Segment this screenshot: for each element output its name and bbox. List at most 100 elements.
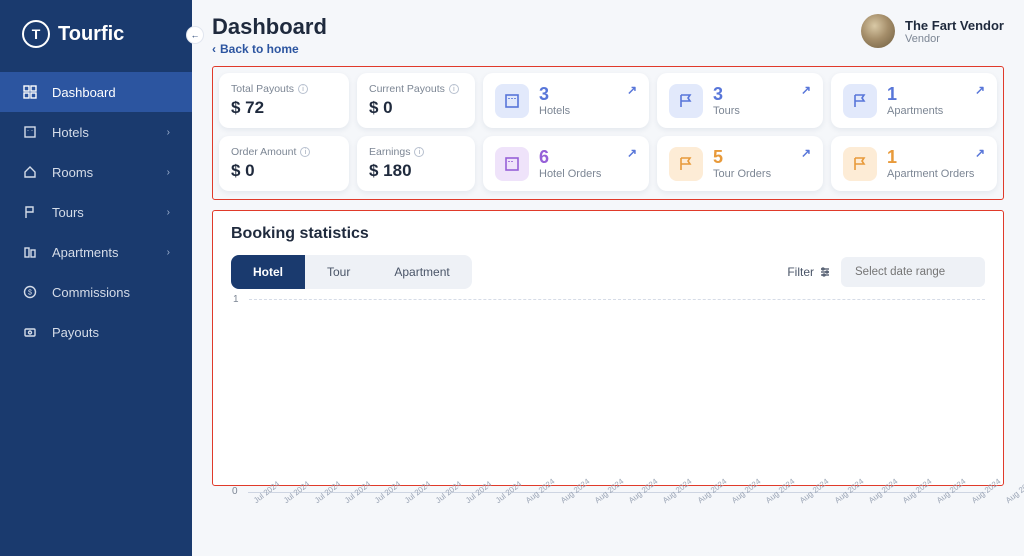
booking-stats-panel: Booking statistics Hotel Tour Apartment … — [212, 210, 1004, 486]
card-hotels[interactable]: 3Hotels ↗ — [483, 73, 649, 128]
info-icon[interactable]: i — [414, 147, 424, 157]
nav-commissions[interactable]: $ Commissions — [0, 272, 192, 312]
info-icon[interactable]: i — [300, 147, 310, 157]
filter-button[interactable]: Filter — [787, 265, 831, 279]
apartments-icon — [22, 244, 38, 260]
back-link[interactable]: ‹ Back to home — [212, 42, 299, 56]
total-payouts-label: Total Payouts — [231, 83, 294, 95]
nav-dashboard[interactable]: Dashboard — [0, 72, 192, 112]
page-header: Dashboard ‹ Back to home The Fart Vendor… — [212, 14, 1004, 58]
nav-label: Payouts — [52, 325, 99, 340]
card-total-payouts: Total Payouts i $ 72 — [219, 73, 349, 128]
chevron-right-icon: › — [167, 127, 170, 138]
nav-label: Tours — [52, 205, 84, 220]
chevron-left-icon: ‹ — [212, 42, 216, 56]
page-title: Dashboard — [212, 14, 327, 40]
total-payouts-value: $ 72 — [231, 98, 337, 118]
commissions-icon: $ — [22, 284, 38, 300]
sidebar-nav: Dashboard Hotels › Rooms › Tours › Apart… — [0, 72, 192, 352]
avatar — [861, 14, 895, 48]
chevron-right-icon: › — [167, 247, 170, 258]
external-link-icon: ↗ — [801, 146, 811, 160]
external-link-icon: ↗ — [627, 83, 637, 97]
flag-icon — [669, 84, 703, 118]
grid-line — [249, 299, 985, 300]
apartment-orders-label: Apartment Orders — [887, 168, 974, 180]
tours-icon — [22, 204, 38, 220]
external-link-icon: ↗ — [627, 146, 637, 160]
hotel-icon — [22, 124, 38, 140]
date-range-input[interactable] — [841, 257, 985, 287]
card-order-amount: Order Amount i $ 0 — [219, 136, 349, 191]
order-amount-value: $ 0 — [231, 161, 337, 181]
brand-logo[interactable]: T Tourfic — [0, 0, 192, 72]
y-tick: 1 — [233, 294, 239, 305]
nav-label: Hotels — [52, 125, 89, 140]
apartment-orders-count: 1 — [887, 148, 974, 166]
nav-label: Dashboard — [52, 85, 116, 100]
nav-tours[interactable]: Tours › — [0, 192, 192, 232]
filter-label: Filter — [787, 265, 814, 279]
hotel-icon — [495, 147, 529, 181]
tour-orders-count: 5 — [713, 148, 771, 166]
user-menu[interactable]: The Fart Vendor Vendor — [861, 14, 1004, 48]
flag-icon — [843, 84, 877, 118]
flag-icon — [843, 147, 877, 181]
tours-count: 3 — [713, 85, 740, 103]
apartments-count: 1 — [887, 85, 943, 103]
info-icon[interactable]: i — [298, 84, 308, 94]
external-link-icon: ↗ — [975, 83, 985, 97]
nav-label: Commissions — [52, 285, 130, 300]
order-amount-label: Order Amount — [231, 146, 296, 158]
main-content: Dashboard ‹ Back to home The Fart Vendor… — [192, 0, 1024, 556]
apartments-label: Apartments — [887, 105, 943, 117]
hotel-icon — [495, 84, 529, 118]
flag-icon — [669, 147, 703, 181]
card-hotel-orders[interactable]: 6 Hotel Orders ↗ — [483, 136, 649, 191]
x-tick-label: Aug 2024 — [1004, 477, 1024, 505]
earnings-value: $ 180 — [369, 161, 463, 181]
sliders-icon — [819, 266, 831, 278]
current-payouts-value: $ 0 — [369, 98, 463, 118]
tab-apartment[interactable]: Apartment — [372, 255, 471, 289]
nav-label: Apartments — [52, 245, 118, 260]
back-label: Back to home — [220, 42, 299, 56]
nav-apartments[interactable]: Apartments › — [0, 232, 192, 272]
tours-label: Tours — [713, 105, 740, 117]
summary-highlight: Total Payouts i $ 72 Current Payouts i $ 0… — [212, 66, 1004, 200]
booking-chart: 1 — [231, 289, 985, 485]
chevron-right-icon: › — [167, 207, 170, 218]
svg-text:$: $ — [28, 290, 32, 297]
payouts-icon — [22, 324, 38, 340]
tour-orders-label: Tour Orders — [713, 168, 771, 180]
user-name: The Fart Vendor — [905, 18, 1004, 33]
card-current-payouts: Current Payouts i $ 0 — [357, 73, 475, 128]
stats-tabs: Hotel Tour Apartment — [231, 255, 472, 289]
dashboard-icon — [22, 84, 38, 100]
nav-rooms[interactable]: Rooms › — [0, 152, 192, 192]
rooms-icon — [22, 164, 38, 180]
hotels-count: 3 — [539, 85, 570, 103]
x-axis-labels: Jul 2024Jul 2024Jul 2024Jul 2024Jul 2024… — [252, 498, 986, 507]
card-apartments[interactable]: 1 Apartments ↗ — [831, 73, 997, 128]
hotel-orders-count: 6 — [539, 148, 601, 166]
nav-label: Rooms — [52, 165, 93, 180]
stats-title: Booking statistics — [231, 225, 985, 243]
external-link-icon: ↗ — [975, 146, 985, 160]
logo-icon: T — [22, 20, 50, 48]
sidebar: T Tourfic Dashboard Hotels › Rooms › Tou… — [0, 0, 192, 556]
nav-hotels[interactable]: Hotels › — [0, 112, 192, 152]
chevron-right-icon: › — [167, 167, 170, 178]
earnings-label: Earnings — [369, 146, 410, 158]
info-icon[interactable]: i — [449, 84, 459, 94]
tab-tour[interactable]: Tour — [305, 255, 372, 289]
current-payouts-label: Current Payouts — [369, 83, 445, 95]
external-link-icon: ↗ — [801, 83, 811, 97]
tab-hotel[interactable]: Hotel — [231, 255, 305, 289]
nav-payouts[interactable]: Payouts — [0, 312, 192, 352]
card-apartment-orders[interactable]: 1 Apartment Orders ↗ — [831, 136, 997, 191]
hotel-orders-label: Hotel Orders — [539, 168, 601, 180]
card-tour-orders[interactable]: 5 Tour Orders ↗ — [657, 136, 823, 191]
card-earnings: Earnings i $ 180 — [357, 136, 475, 191]
card-tours[interactable]: 3 Tours ↗ — [657, 73, 823, 128]
